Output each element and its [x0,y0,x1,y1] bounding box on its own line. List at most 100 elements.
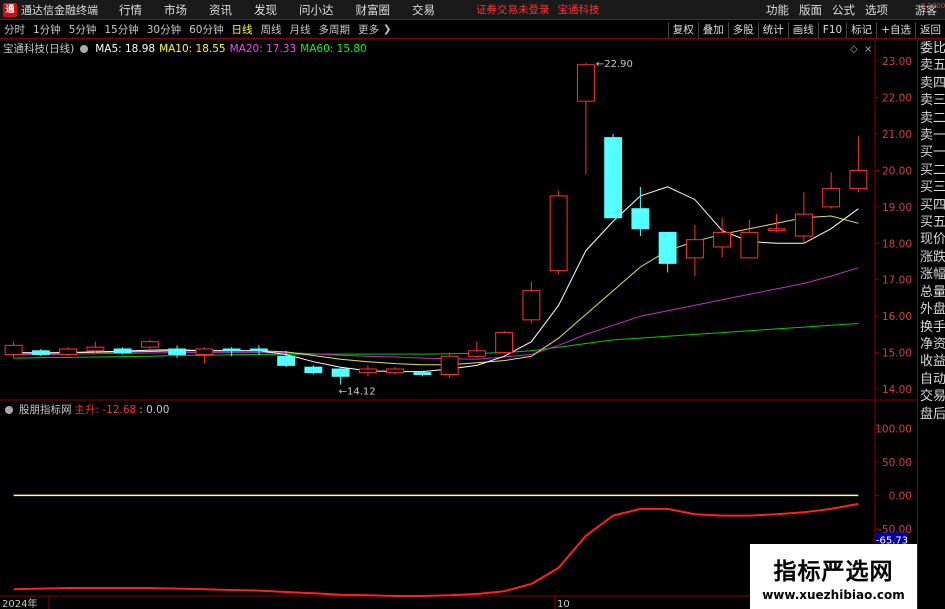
period-5min[interactable]: 5分钟 [65,22,101,37]
quote-item: 买一 [920,145,945,161]
brand-name: 宝通科技 [557,4,600,16]
candle-body [413,372,432,375]
quote-item: 卖五 [920,58,945,74]
period-weekly[interactable]: 周线 [257,22,286,37]
candle-body [767,228,786,232]
period-multi[interactable]: 多周期 [315,22,355,37]
f10-button[interactable]: F10 [817,22,846,38]
draw-line-button[interactable]: 画线 [787,22,818,38]
candle-body [86,346,105,352]
app-title: 通达信金融终端 [21,3,98,17]
price-tick-label: 18.00 [882,238,912,250]
candle-body [522,290,541,321]
toolbar-right: 复权 叠加 多股 统计 画线 F10 标记 +自选 返回 [667,21,945,39]
watermark: 指标严选网 www.xuezhibiao.com [750,544,917,609]
candle-body [304,366,323,374]
price-tick-label: 19.00 [882,202,912,214]
quote-item: 买四 [920,197,945,213]
quote-item: 委比 [920,41,945,56]
ma-toggle-icon[interactable] [80,44,89,53]
ma20-value: MA20: 17.33 [229,42,297,55]
watermark-url: www.xuezhibiao.com [762,587,905,602]
ma5-line [13,186,859,373]
quote-item: 外盘 [920,302,945,318]
price-tick-label: 15.00 [882,348,912,360]
candle-body [113,348,132,354]
quote-item: 总量 [920,284,945,300]
menu-item-market[interactable]: 市场 [153,2,198,18]
app-logo-icon: 通 [3,2,17,17]
candle-body [794,213,813,237]
quote-item: 卖一 [920,128,945,144]
menu-item-options[interactable]: 选项 [860,2,893,18]
add-watchlist-button[interactable]: +自选 [876,22,915,38]
menu-item-discover[interactable]: 发现 [243,2,288,18]
menu-item-ask[interactable]: 问小达 [288,2,345,18]
candle-body [195,348,214,355]
quote-item: 现价 [920,232,945,248]
close-icon: × [864,44,872,55]
period-15min[interactable]: 15分钟 [100,22,142,37]
indicator-toggle-icon[interactable] [5,405,13,414]
quote-item: 收益 [920,354,945,370]
indicator-header: 股朋指标网 主升: -12.68 : 0.00 [3,402,170,417]
period-more[interactable]: 更多 [354,22,383,37]
quote-badge: 0 1000 [920,2,945,10]
price-tick-label: 16.00 [882,311,912,323]
quote-item: 涨跌 [920,249,945,265]
overlay-button[interactable]: 叠加 [697,22,728,38]
indicator-tick-label: 100.00 [875,423,912,435]
menu-item-trade[interactable]: 交易 [401,2,446,18]
date-label: 10 [557,599,570,609]
candle-body [631,208,650,230]
watermark-title: 指标严选网 [773,558,894,585]
candle-body [740,231,759,259]
stock-header: 宝通科技(日线) MA5: 18.98 MA10: 18.55 MA20: 17… [3,41,367,56]
menu-item-layout[interactable]: 版面 [794,2,827,18]
stock-name[interactable]: 宝通科技(日线) [3,41,74,56]
price-tick-label: 23.00 [882,56,912,68]
adjust-button[interactable]: 复权 [667,22,698,38]
period-daily[interactable]: 日线 [228,22,257,37]
chevron-right-icon[interactable]: ❯ [383,24,391,35]
period-60min[interactable]: 60分钟 [185,22,227,37]
kline-chart[interactable]: 23.00 22.00 21.00 20.00 19.00 18.00 17.00 16.00… [0,40,945,609]
candle-body [168,348,187,355]
quote-item: 卖二 [920,110,945,126]
period-30min[interactable]: 30分钟 [143,22,185,37]
indicator-tick-label: 50.00 [882,457,912,469]
candle-body [358,368,377,374]
date-label: 2024年 [2,597,37,609]
price-tick-label: 14.00 [882,384,912,396]
diamond-icon: ◇ [850,44,858,55]
candle-body [331,368,350,377]
quote-item: 卖三 [920,93,945,109]
indicator-series-value: 主升: -12.68 [74,404,137,416]
quote-item: 卖四 [920,75,945,91]
mark-button[interactable]: 标记 [846,22,876,38]
login-status[interactable]: 证券交易未登录 [476,2,550,17]
period-1min[interactable]: 1分钟 [29,22,65,37]
ma5-value: MA5: 18.98 [95,42,156,55]
multi-stock-button[interactable]: 多股 [727,22,758,38]
menu-item-quotes[interactable]: 行情 [108,2,153,18]
menu-item-function[interactable]: 功能 [761,2,794,18]
indicator-name[interactable]: 股朋指标网 [19,402,72,417]
candle-body [658,231,677,264]
quote-item: 买三 [920,180,945,196]
quote-item: 买二 [920,162,945,178]
price-tick-label: 22.00 [882,93,912,105]
quote-item: 自动 [920,371,945,387]
right-menu: 功能 版面 公式 选项 游客 [761,0,945,20]
candle-body [386,368,405,374]
menu-item-wealth[interactable]: 财富圈 [345,2,402,18]
period-intraday[interactable]: 分时 [0,22,29,37]
candle-body [822,188,841,208]
period-monthly[interactable]: 月线 [286,22,315,37]
quote-item: 买五 [920,215,945,231]
quote-item: 换手 [920,319,945,335]
candle-body [576,64,595,102]
menu-item-formula[interactable]: 公式 [827,2,860,18]
menu-item-news[interactable]: 资讯 [198,2,243,18]
stats-button[interactable]: 统计 [757,22,788,38]
